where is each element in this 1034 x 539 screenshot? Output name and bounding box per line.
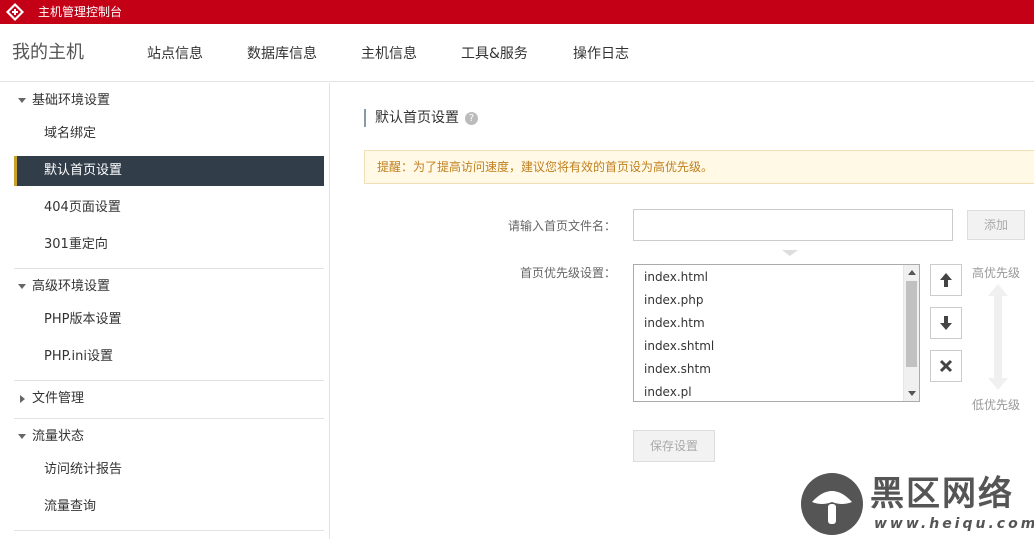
sidebar-group-traffic-status[interactable]: 流量状态 — [18, 427, 84, 447]
nav-brand[interactable]: 我的主机 — [12, 42, 84, 64]
list-scrollbar[interactable] — [903, 265, 919, 401]
sidebar-item-default-homepage[interactable]: 默认首页设置 — [14, 156, 324, 186]
section-title: 默认首页设置? — [364, 109, 478, 127]
nav-item-host-info[interactable]: 主机信息 — [361, 45, 417, 63]
arrow-down-icon — [940, 316, 952, 330]
sidebar-group-label: 文件管理 — [32, 391, 85, 406]
sidebar-divider — [14, 268, 324, 269]
homepage-filename-input[interactable] — [633, 209, 953, 241]
sidebar-item-301-redirect[interactable]: 301重定向 — [14, 230, 324, 260]
sidebar-group-label: 基础环境设置 — [32, 93, 111, 108]
app-title: 主机管理控制台 — [38, 5, 123, 19]
caret-down-icon — [18, 98, 26, 103]
input-pointer-triangle — [782, 250, 798, 256]
sidebar-group-file-manager[interactable]: 文件管理 — [18, 389, 84, 409]
sidebar-group-advanced-env[interactable]: 高级环境设置 — [18, 277, 110, 297]
sidebar-group-label: 高级环境设置 — [32, 279, 111, 294]
sidebar-item-traffic-query[interactable]: 流量查询 — [14, 492, 324, 522]
list-item[interactable]: index.shtm — [644, 361, 711, 377]
watermark: 黑区网络 www.heiqu.com — [800, 472, 1034, 539]
notice-banner: 提醒：为了提高访问速度，建议您将有效的首页设为高优先级。 — [364, 150, 1034, 184]
sidebar-item-404-page[interactable]: 404页面设置 — [14, 193, 324, 223]
arrow-up-icon — [940, 273, 952, 287]
scroll-thumb[interactable] — [906, 281, 917, 367]
list-item[interactable]: index.shtml — [644, 338, 714, 354]
nav-item-tools-services[interactable]: 工具&服务 — [461, 45, 528, 63]
move-down-button[interactable] — [930, 307, 962, 339]
sidebar-divider — [14, 380, 324, 381]
sidebar-item-php-version[interactable]: PHP版本设置 — [14, 305, 324, 335]
sidebar-divider — [14, 530, 324, 531]
save-settings-button[interactable]: 保存设置 — [633, 430, 715, 462]
nav-item-database-info[interactable]: 数据库信息 — [247, 45, 317, 63]
sidebar-item-visit-report[interactable]: 访问统计报告 — [14, 455, 324, 485]
watermark-url: www.heiqu.com — [874, 516, 1034, 532]
scroll-up-icon[interactable] — [908, 270, 916, 275]
sidebar-item-domain-binding[interactable]: 域名绑定 — [14, 119, 324, 149]
sidebar-group-basic-env[interactable]: 基础环境设置 — [18, 91, 110, 111]
mushroom-logo-icon — [801, 473, 863, 535]
low-priority-label: 低优先级 — [972, 398, 1021, 412]
list-item[interactable]: index.pl — [644, 384, 692, 400]
sidebar-group-label: 流量状态 — [32, 429, 85, 444]
main-nav: 我的主机 站点信息 数据库信息 主机信息 工具&服务 操作日志 — [0, 24, 1034, 82]
high-priority-label: 高优先级 — [972, 266, 1021, 280]
logo-icon — [6, 3, 24, 21]
move-up-button[interactable] — [930, 264, 962, 296]
help-icon[interactable]: ? — [465, 112, 478, 125]
sidebar: 基础环境设置 域名绑定 默认首页设置 404页面设置 301重定向 高级环境设置… — [0, 83, 330, 539]
list-item[interactable]: index.htm — [644, 315, 705, 331]
caret-down-icon — [18, 434, 26, 439]
nav-item-site-info[interactable]: 站点信息 — [147, 45, 203, 63]
homepage-priority-list[interactable]: index.html index.php index.htm index.sht… — [633, 264, 920, 402]
app-topbar: 主机管理控制台 — [0, 0, 1034, 24]
sidebar-item-php-ini[interactable]: PHP.ini设置 — [14, 342, 324, 372]
watermark-text: 黑区网络 — [870, 474, 1014, 514]
add-button[interactable]: 添加 — [967, 210, 1025, 240]
section-title-text: 默认首页设置 — [375, 110, 459, 126]
list-item[interactable]: index.html — [644, 269, 708, 285]
scroll-down-icon[interactable] — [908, 391, 916, 396]
sidebar-divider — [14, 418, 324, 419]
remove-button[interactable] — [930, 350, 962, 382]
list-item[interactable]: index.php — [644, 292, 703, 308]
caret-down-icon — [18, 284, 26, 289]
nav-item-operation-log[interactable]: 操作日志 — [573, 45, 629, 63]
priority-list-label: 首页优先级设置： — [519, 266, 616, 280]
close-icon — [939, 359, 953, 373]
filename-input-label: 请输入首页文件名： — [507, 219, 616, 233]
priority-direction-icon — [988, 284, 1008, 390]
caret-right-icon — [20, 394, 25, 403]
